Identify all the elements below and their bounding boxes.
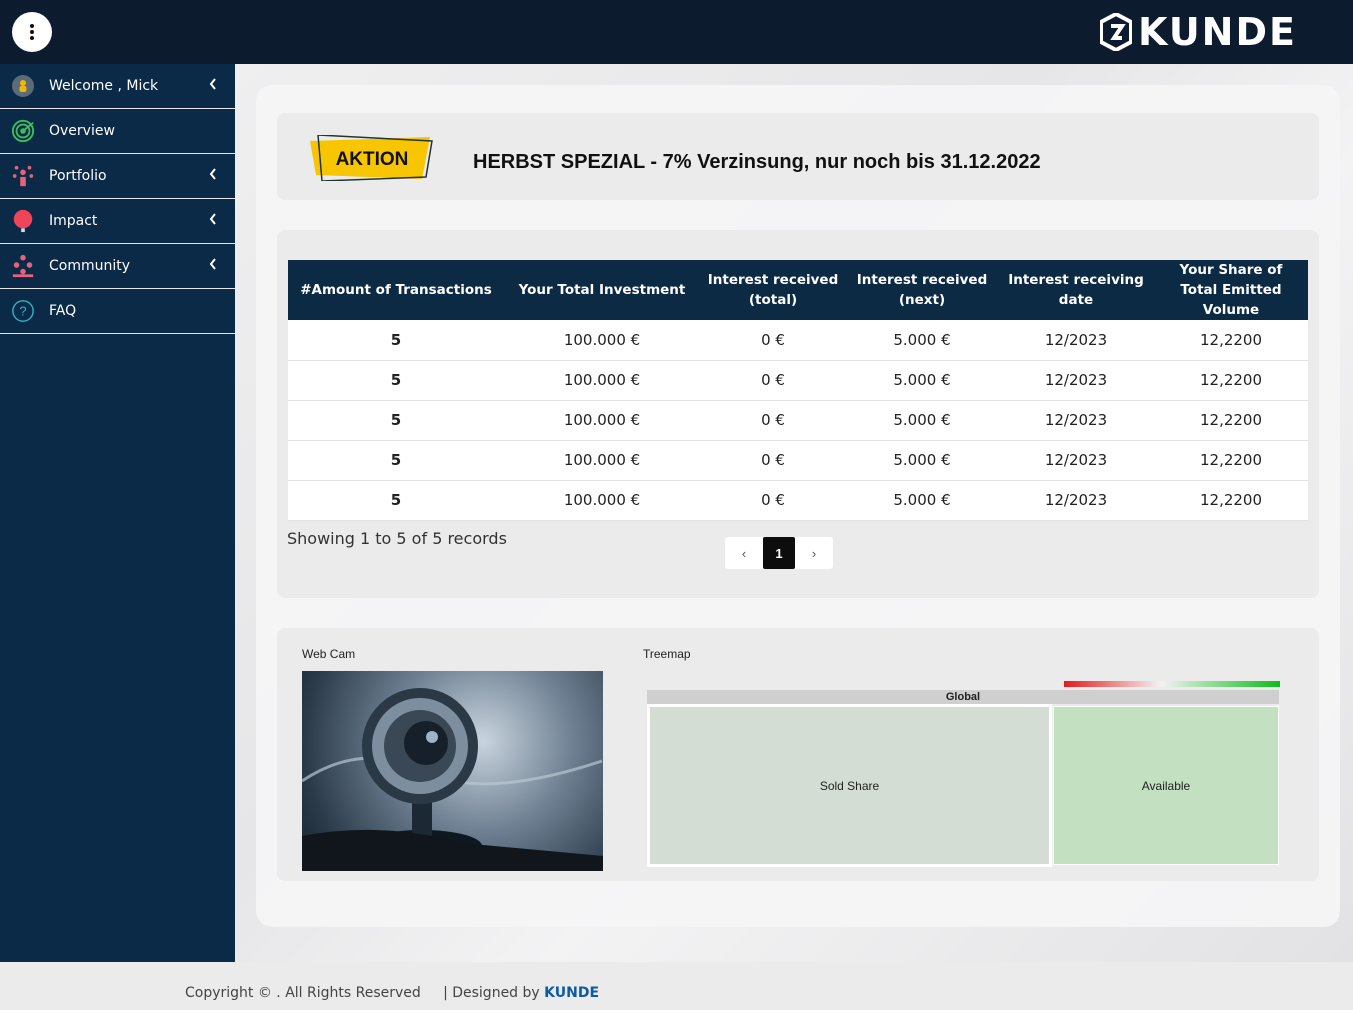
target-icon: [11, 119, 35, 143]
sidebar-item-faq[interactable]: ? FAQ: [0, 289, 235, 334]
webcam-image[interactable]: [302, 671, 603, 871]
column-header[interactable]: Your Total Investment: [504, 260, 700, 320]
table-cell: 12/2023: [998, 480, 1154, 521]
column-header[interactable]: Your Share of Total Emitted Volume: [1154, 260, 1308, 320]
table-row: 5 100.000 € 0 € 5.000 € 12/2023 12,2200: [288, 360, 1308, 401]
table-cell: 12/2023: [998, 400, 1154, 441]
chevron-left-icon: [209, 77, 217, 93]
table-cell: 0 €: [700, 320, 846, 361]
promo-banner: AKTION HERBST SPEZIAL - 7% Verzinsung, n…: [277, 113, 1319, 200]
treemap-node-sold-share[interactable]: Sold Share: [647, 704, 1052, 867]
table-cell: 100.000 €: [504, 320, 700, 361]
top-bar: KUNDE: [0, 0, 1353, 64]
sidebar: Welcome , Mick Overview Portfolio Impact: [0, 64, 235, 962]
table-cell: 100.000 €: [504, 400, 700, 441]
user-icon: [11, 74, 35, 98]
transactions-table: #Amount of Transactions Your Total Inves…: [288, 260, 1308, 521]
sidebar-item-label: Impact: [49, 213, 98, 229]
table-cell: 0 €: [700, 400, 846, 441]
pagination: ‹ 1 ›: [725, 537, 833, 569]
footer-copyright: Copyright © . All Rights Reserved: [185, 985, 421, 1001]
table-cell: 0 €: [700, 440, 846, 481]
table-cell: 5: [288, 400, 504, 441]
column-header[interactable]: Interest receiving date: [998, 260, 1154, 320]
table-cell: 12/2023: [998, 360, 1154, 401]
globe-icon: [11, 209, 35, 233]
table-cell: 5: [288, 480, 504, 521]
table-cell: 100.000 €: [504, 440, 700, 481]
table-cell: 12,2200: [1154, 320, 1308, 361]
table-cell: 100.000 €: [504, 480, 700, 521]
table-cell: 100.000 €: [504, 360, 700, 401]
promo-title: HERBST SPEZIAL - 7% Verzinsung, nur noch…: [473, 151, 1041, 173]
table-cell: 12,2200: [1154, 400, 1308, 441]
more-vertical-icon: [30, 24, 34, 40]
sidebar-item-label: Overview: [49, 123, 115, 139]
chevron-left-icon: [209, 167, 217, 183]
table-row: 5 100.000 € 0 € 5.000 € 12/2023 12,2200: [288, 320, 1308, 361]
footer: Copyright © . All Rights Reserved | Desi…: [0, 962, 1353, 1010]
community-icon: [11, 254, 35, 278]
portfolio-icon: [11, 164, 35, 188]
table-cell: 0 €: [700, 360, 846, 401]
table-cell: 12,2200: [1154, 360, 1308, 401]
sidebar-item-label: Community: [49, 258, 131, 274]
chevron-left-icon: [209, 212, 217, 228]
aktion-badge: AKTION: [310, 134, 434, 182]
table-cell: 5: [288, 320, 504, 361]
table-cell: 5: [288, 440, 504, 481]
logo-text: KUNDE: [1138, 10, 1297, 54]
pagination-page-button[interactable]: 1: [763, 537, 795, 569]
treemap-label: Treemap: [643, 647, 691, 661]
sidebar-item-community[interactable]: Community: [0, 244, 235, 289]
sidebar-item-overview[interactable]: Overview: [0, 109, 235, 154]
table-cell: 12,2200: [1154, 480, 1308, 521]
sidebar-item-label: Portfolio: [49, 168, 107, 184]
logo-mark-icon: [1100, 13, 1133, 51]
pagination-next-button[interactable]: ›: [795, 537, 833, 569]
menu-button[interactable]: [12, 12, 52, 52]
footer-designed-by: | Designed by: [443, 985, 540, 1001]
pagination-prev-button[interactable]: ‹: [725, 537, 763, 569]
aktion-badge-text: AKTION: [336, 149, 409, 170]
column-header[interactable]: #Amount of Transactions: [288, 260, 504, 320]
table-cell: 5.000 €: [846, 400, 998, 441]
sidebar-item-portfolio[interactable]: Portfolio: [0, 154, 235, 199]
column-header[interactable]: Interest received (next): [846, 260, 998, 320]
sidebar-item-welcome[interactable]: Welcome , Mick: [0, 64, 235, 109]
table-cell: 0 €: [700, 480, 846, 521]
sidebar-item-label: FAQ: [49, 303, 77, 319]
treemap-color-scale: [1064, 681, 1280, 687]
webcam-label: Web Cam: [302, 647, 356, 661]
table-row: 5 100.000 € 0 € 5.000 € 12/2023 12,2200: [288, 440, 1308, 481]
table-header-row: #Amount of Transactions Your Total Inves…: [288, 260, 1308, 320]
question-icon: ?: [11, 299, 35, 323]
sidebar-item-label: Welcome , Mick: [49, 78, 159, 94]
table-cell: 12/2023: [998, 440, 1154, 481]
table-row: 5 100.000 € 0 € 5.000 € 12/2023 12,2200: [288, 480, 1308, 521]
footer-text: Copyright © . All Rights Reserved | Desi…: [185, 985, 599, 1001]
table-cell: 12,2200: [1154, 440, 1308, 481]
records-info: Showing 1 to 5 of 5 records: [287, 529, 507, 548]
table-cell: 5.000 €: [846, 480, 998, 521]
brand-logo[interactable]: KUNDE: [1100, 10, 1297, 54]
table-cell: 5.000 €: [846, 320, 998, 361]
treemap-node-available[interactable]: Available: [1053, 706, 1279, 865]
svg-text:?: ?: [19, 304, 26, 319]
table-row: 5 100.000 € 0 € 5.000 € 12/2023 12,2200: [288, 400, 1308, 441]
footer-brand-link[interactable]: KUNDE: [544, 985, 599, 1001]
table-cell: 5: [288, 360, 504, 401]
table-cell: 5.000 €: [846, 360, 998, 401]
chevron-left-icon: [209, 257, 217, 273]
table-cell: 5.000 €: [846, 440, 998, 481]
column-header[interactable]: Interest received (total): [700, 260, 846, 320]
treemap-root-header[interactable]: Global: [647, 690, 1279, 704]
sidebar-item-impact[interactable]: Impact: [0, 199, 235, 244]
table-cell: 12/2023: [998, 320, 1154, 361]
